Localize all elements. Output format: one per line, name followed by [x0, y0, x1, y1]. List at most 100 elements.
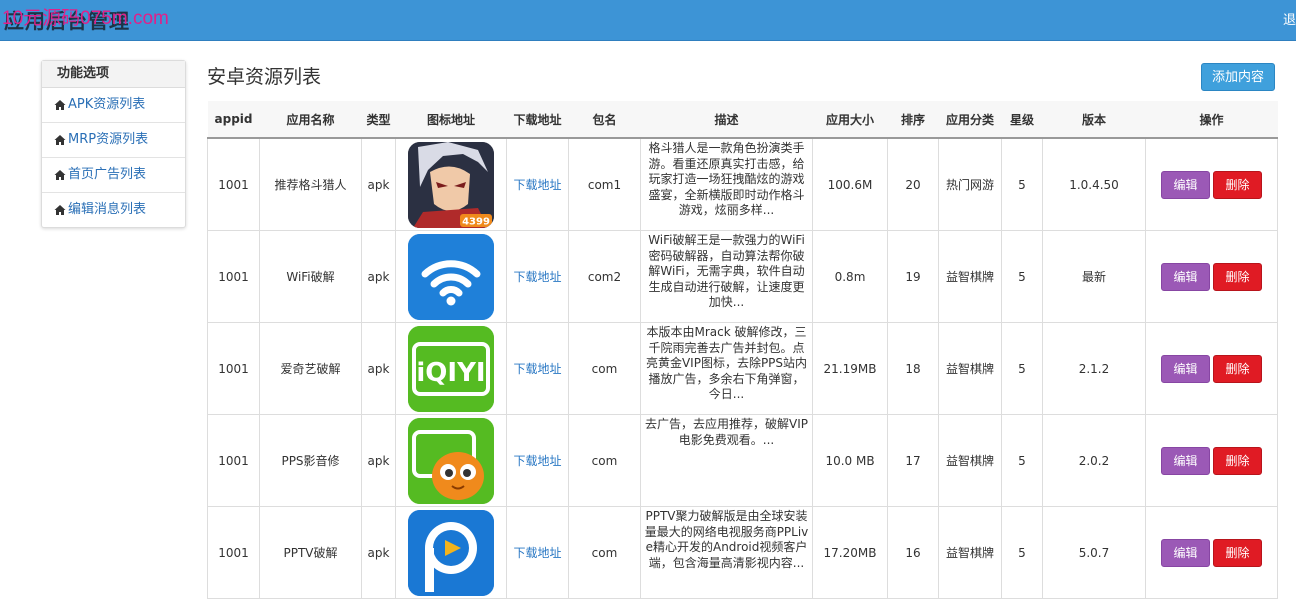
home-icon [54, 170, 66, 180]
sidebar-item-label: 首页广告列表 [68, 167, 147, 182]
cell-appid: 1001 [207, 230, 260, 323]
sidebar-item-ads[interactable]: 首页广告列表 [42, 158, 185, 193]
cell-order: 19 [887, 230, 939, 323]
cell-version: 2.1.2 [1042, 322, 1146, 415]
cell-name: WiFi破解 [259, 230, 362, 323]
cell-version: 最新 [1042, 230, 1146, 323]
table-row: 1001 爱奇艺破解 apk iQIYI 下载地址 com 本版本由Mrack … [207, 322, 1278, 415]
cell-desc: 去广告，去应用推荐，破解VIP电影免费观看。... [645, 417, 808, 447]
edit-button[interactable]: 编辑 [1161, 538, 1210, 567]
edit-button[interactable]: 编辑 [1161, 354, 1210, 383]
table-row: 1001 推荐格斗猎人 apk 4399 下载地址 com1 格斗猎人是一款角色… [207, 137, 1278, 231]
cell-version: 5.0.7 [1042, 506, 1146, 599]
delete-button[interactable]: 删除 [1213, 262, 1262, 291]
add-content-button[interactable]: 添加内容 [1201, 63, 1275, 91]
cell-category: 益智棋牌 [938, 230, 1002, 323]
cell-package: com [568, 322, 641, 415]
sidebar: 功能选项 APK资源列表 MRP资源列表 首页广告列表 编辑消息列表 [41, 60, 186, 228]
cell-package: com [568, 414, 641, 507]
download-link[interactable]: 下载地址 [513, 178, 561, 192]
delete-button[interactable]: 删除 [1213, 354, 1262, 383]
cell-appid: 1001 [207, 506, 260, 599]
download-link[interactable]: 下载地址 [513, 454, 561, 468]
logo-text: iQIYI [416, 358, 485, 388]
col-header: 包名 [568, 101, 641, 139]
sidebar-title: 功能选项 [42, 61, 185, 88]
top-bar: 应用后台管理 10元源码075m.com 退 [0, 0, 1296, 41]
sidebar-item-messages[interactable]: 编辑消息列表 [42, 193, 185, 227]
edit-button[interactable]: 编辑 [1161, 262, 1210, 291]
cell-category: 益智棋牌 [938, 506, 1002, 599]
delete-button[interactable]: 删除 [1213, 446, 1262, 475]
cell-appid: 1001 [207, 137, 260, 231]
cell-size: 17.20MB [812, 506, 888, 599]
col-header: 应用分类 [938, 101, 1002, 139]
col-header: appid [207, 101, 260, 139]
cell-type: apk [361, 414, 396, 507]
cell-desc: 格斗猎人是一款角色扮演类手游。看重还原真实打击感，给玩家打造一场狂拽酷炫的游戏盛… [648, 141, 805, 217]
table-row: 1001 PPS影音修 apk 下载地址 com 去广告，去应用推荐，破解VIP… [207, 414, 1278, 507]
cell-size: 21.19MB [812, 322, 888, 415]
cell-name: 推荐格斗猎人 [259, 137, 362, 231]
table-header: appid 应用名称 类型 图标地址 下载地址 包名 描述 应用大小 排序 应用… [207, 101, 1278, 139]
cell-order: 18 [887, 322, 939, 415]
home-icon [54, 100, 66, 110]
page-title: 安卓资源列表 [207, 66, 322, 88]
cell-package: com1 [568, 137, 641, 231]
cell-version: 1.0.4.50 [1042, 137, 1146, 231]
edit-button[interactable]: 编辑 [1161, 170, 1210, 199]
cell-order: 17 [887, 414, 939, 507]
cell-appid: 1001 [207, 322, 260, 415]
col-header: 操作 [1145, 101, 1278, 139]
col-header: 描述 [640, 101, 813, 139]
download-link[interactable]: 下载地址 [513, 270, 561, 284]
cell-stars: 5 [1001, 506, 1043, 599]
cell-type: apk [361, 506, 396, 599]
pptv-icon [408, 509, 494, 596]
col-header: 图标地址 [395, 101, 507, 139]
delete-button[interactable]: 删除 [1213, 170, 1262, 199]
cell-size: 100.6M [812, 137, 888, 231]
cell-appid: 1001 [207, 414, 260, 507]
sidebar-item-label: MRP资源列表 [68, 132, 149, 147]
sidebar-item-label: APK资源列表 [68, 97, 146, 112]
download-link[interactable]: 下载地址 [513, 546, 561, 560]
cell-size: 0.8m [812, 230, 888, 323]
cell-category: 益智棋牌 [938, 414, 1002, 507]
resource-table: appid 应用名称 类型 图标地址 下载地址 包名 描述 应用大小 排序 应用… [207, 101, 1278, 599]
col-header: 版本 [1042, 101, 1146, 139]
col-header: 类型 [361, 101, 396, 139]
table-row: 1001 WiFi破解 apk 下载地址 com2 WiFi破解王是一款强力的W… [207, 230, 1278, 323]
cell-order: 20 [887, 137, 939, 231]
watermark: 10元源码075m.com [2, 8, 169, 29]
cell-desc: 本版本由Mrack 破解修改，三千院雨完善去广告并封包。点亮黄金VIP图标，去除… [645, 325, 808, 401]
sidebar-item-label: 编辑消息列表 [68, 202, 147, 217]
cell-category: 热门网游 [938, 137, 1002, 231]
col-header: 排序 [887, 101, 939, 139]
col-header: 星级 [1001, 101, 1043, 139]
col-header: 应用大小 [812, 101, 888, 139]
table-row: 1001 PPTV破解 apk 下载地址 com PPTV聚力破解版是由全球安装… [207, 506, 1278, 599]
pps-icon [408, 417, 494, 504]
cell-order: 16 [887, 506, 939, 599]
cell-version: 2.0.2 [1042, 414, 1146, 507]
cell-stars: 5 [1001, 322, 1043, 415]
home-icon [54, 205, 66, 215]
iqiyi-icon: iQIYI [408, 325, 494, 412]
cell-package: com2 [568, 230, 641, 323]
home-icon [54, 135, 66, 145]
download-link[interactable]: 下载地址 [513, 362, 561, 376]
badge-text: 4399 [462, 216, 490, 227]
cell-desc: PPTV聚力破解版是由全球安装量最大的网络电视服务商PPLive精心开发的And… [644, 509, 809, 570]
cell-size: 10.0 MB [812, 414, 888, 507]
col-header: 下载地址 [506, 101, 569, 139]
logout-link[interactable]: 退 [1283, 9, 1296, 28]
sidebar-item-apk[interactable]: APK资源列表 [42, 88, 185, 123]
cell-stars: 5 [1001, 230, 1043, 323]
cell-type: apk [361, 230, 396, 323]
sidebar-item-mrp[interactable]: MRP资源列表 [42, 123, 185, 158]
cell-name: PPTV破解 [259, 506, 362, 599]
edit-button[interactable]: 编辑 [1161, 446, 1210, 475]
delete-button[interactable]: 删除 [1213, 538, 1262, 567]
cell-name: PPS影音修 [259, 414, 362, 507]
